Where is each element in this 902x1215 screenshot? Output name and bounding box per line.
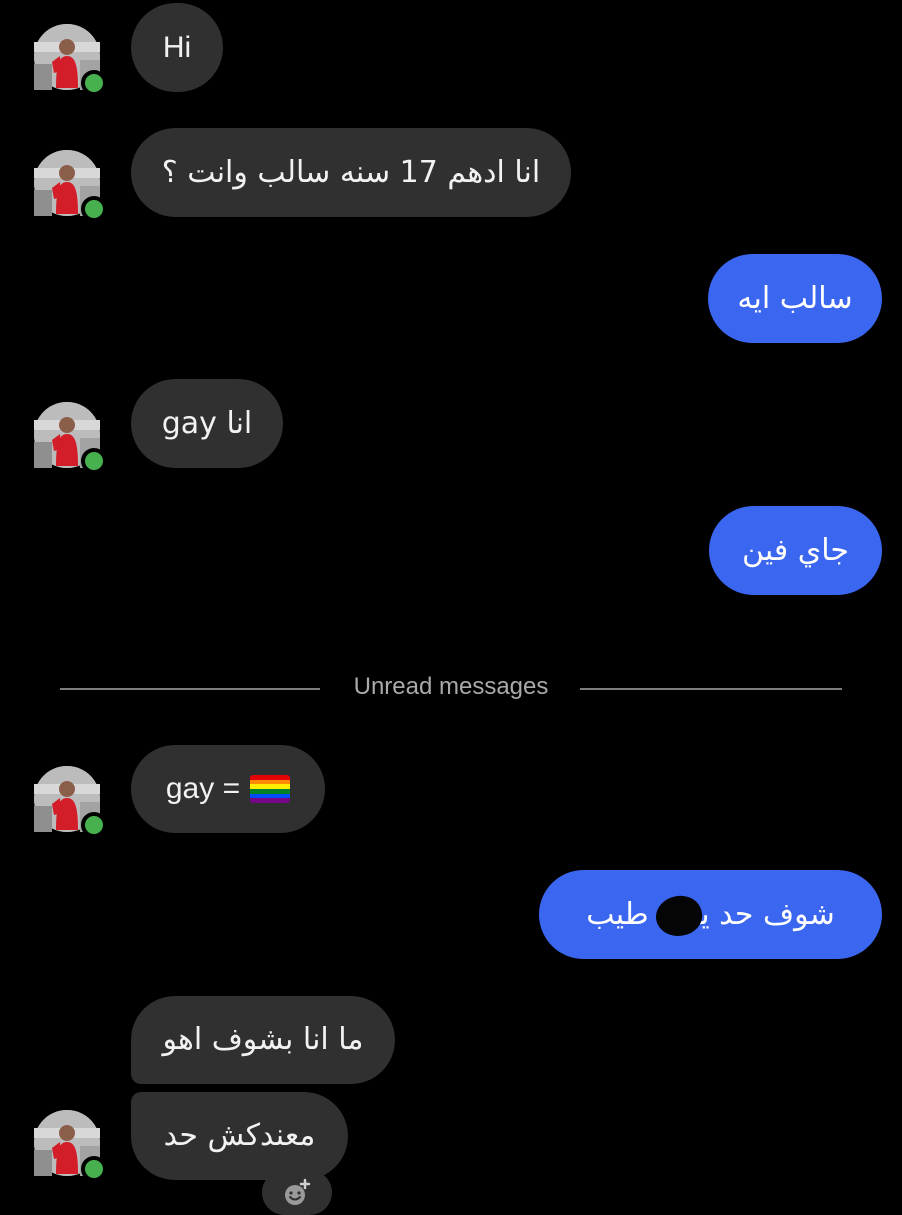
unread-divider-line-right [580, 688, 842, 690]
incoming-message-bubble[interactable]: معندكش حد [131, 1092, 348, 1180]
message-text: معندكش حد [163, 1118, 316, 1153]
contact-avatar[interactable] [34, 402, 107, 474]
add-reaction-icon [285, 1178, 311, 1205]
outgoing-message-bubble[interactable]: سالب ايه [708, 254, 882, 343]
message-text: جاي فين [742, 532, 849, 568]
online-status-dot [81, 812, 107, 838]
unread-messages-label: Unread messages [353, 673, 549, 700]
message-text: انا ادهم 17 سنه سالب وانت ؟ [161, 154, 541, 190]
outgoing-message-bubble[interactable]: جاي فين [709, 506, 882, 595]
contact-avatar[interactable] [34, 1110, 107, 1182]
unread-divider-line-left [60, 688, 320, 690]
contact-avatar[interactable] [34, 766, 107, 838]
message-text: سالب ايه [737, 280, 853, 316]
outgoing-message-bubble[interactable]: شوف حد يـ ك طيب [539, 870, 882, 959]
online-status-dot [81, 448, 107, 474]
incoming-message-bubble[interactable]: Hi [131, 3, 223, 92]
incoming-message-bubble[interactable]: انا gay [131, 379, 283, 468]
online-status-dot [81, 1156, 107, 1182]
incoming-message-bubble[interactable]: gay = [131, 745, 325, 833]
message-text: ما انا بشوف اهو [162, 1022, 364, 1057]
rainbow-flag-emoji [250, 775, 291, 803]
incoming-message-bubble[interactable]: ما انا بشوف اهو [131, 996, 395, 1084]
incoming-message-bubble[interactable]: انا ادهم 17 سنه سالب وانت ؟ [131, 128, 571, 217]
contact-avatar[interactable] [34, 150, 107, 222]
online-status-dot [81, 196, 107, 222]
contact-avatar[interactable] [34, 24, 107, 96]
message-text: Hi [162, 30, 192, 64]
online-status-dot [81, 70, 107, 96]
add-reaction-button[interactable] [262, 1170, 332, 1215]
message-text: شوف حد يـ ك طيب [586, 896, 835, 932]
message-text: انا gay [161, 405, 253, 441]
message-text: gay = [165, 772, 241, 805]
